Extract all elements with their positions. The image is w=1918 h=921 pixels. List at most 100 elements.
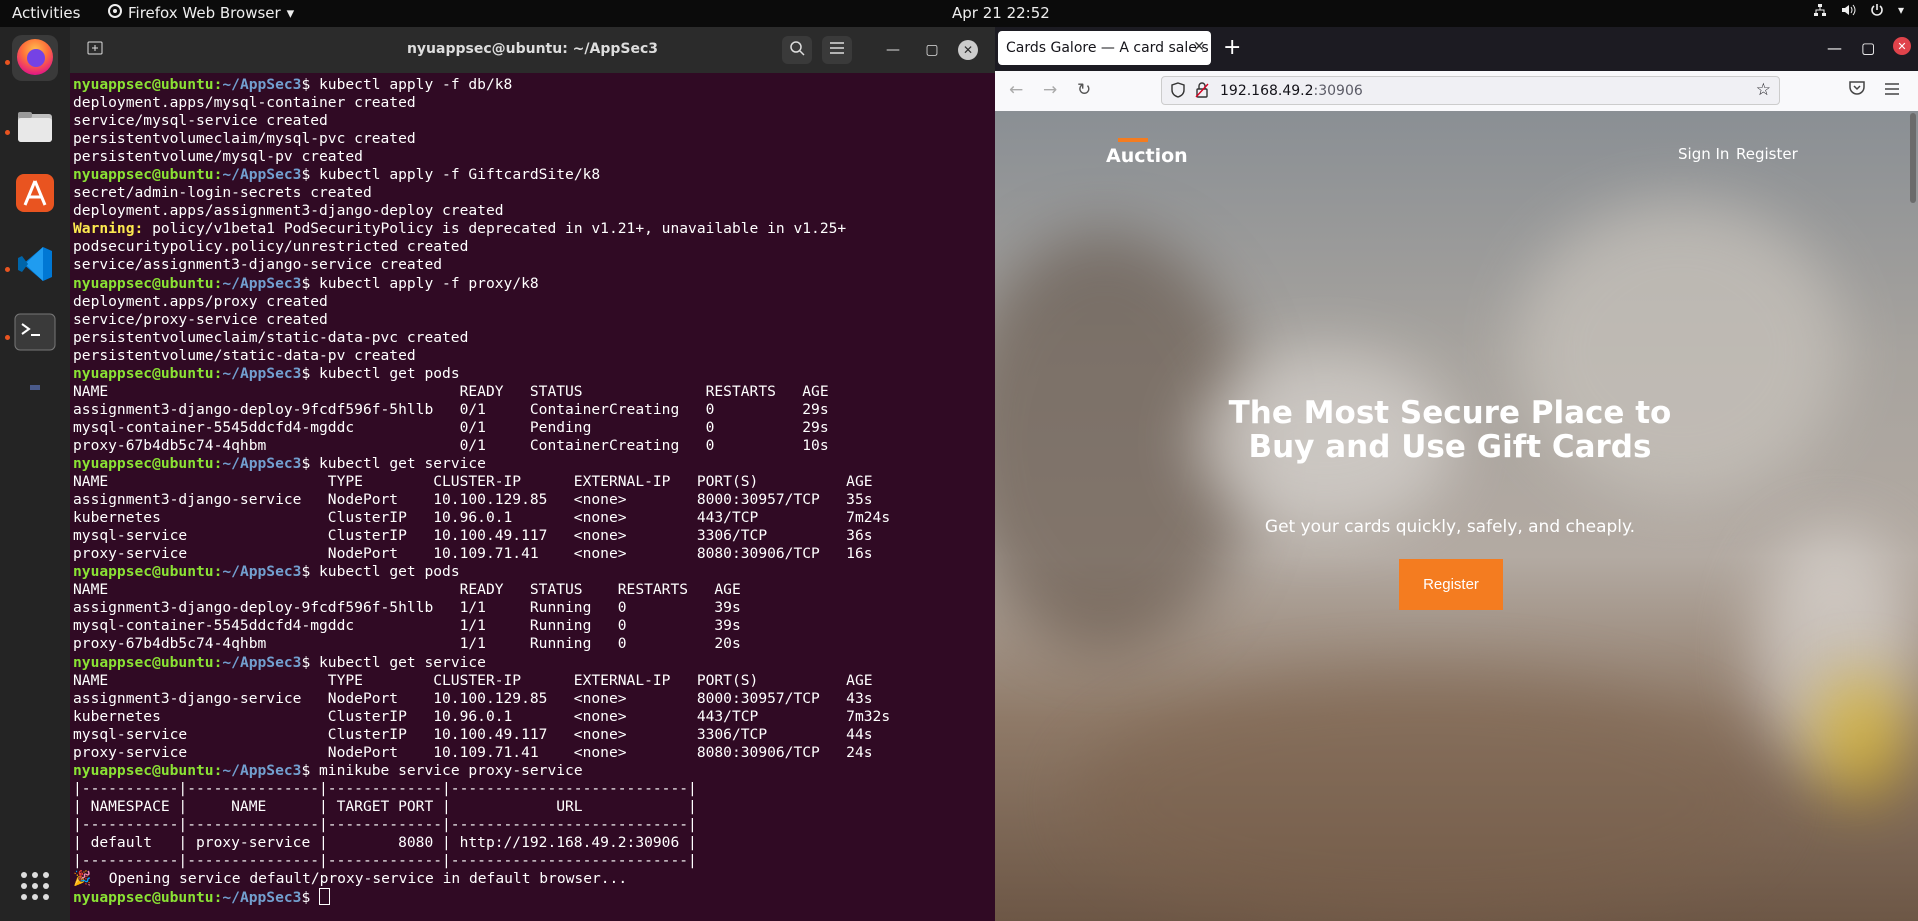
browser-tab[interactable]: Cards Galore — A card sale s ✕: [998, 31, 1211, 65]
dock-vscode[interactable]: [12, 243, 58, 289]
url-port: :30906: [1313, 83, 1363, 99]
command-text: $ kubectl get pods: [301, 364, 460, 382]
command-text: $ kubectl get service: [301, 454, 486, 472]
output-text: mysql-service ClusterIP 10.100.49.117 <n…: [73, 725, 873, 743]
shield-icon[interactable]: [1171, 82, 1185, 102]
output-text: policy/v1beta1 PodSecurityPolicy is depr…: [143, 220, 847, 238]
close-window-icon[interactable]: ✕: [1893, 37, 1911, 55]
output-text: proxy-67b4db5c74-4qhbm 1/1 Running 0 20s: [73, 635, 741, 653]
output-text: proxy-67b4db5c74-4qhbm 0/1 ContainerCrea…: [73, 436, 829, 454]
prompt-user: nyuappsec@ubuntu:: [73, 274, 223, 292]
running-indicator: [5, 335, 10, 340]
dock-small-item[interactable]: [12, 377, 58, 397]
output-text: kubernetes ClusterIP 10.96.0.1 <none> 44…: [73, 509, 891, 527]
close-button[interactable]: ✕: [958, 40, 978, 60]
clock[interactable]: Apr 21 22:52: [952, 4, 1050, 22]
firefox-small-icon: [108, 4, 122, 22]
output-text: assignment3-django-service NodePort 10.1…: [73, 491, 873, 509]
prompt-path: ~/AppSec3: [222, 761, 302, 779]
output-text: NAME TYPE CLUSTER-IP EXTERNAL-IP PORT(S)…: [73, 473, 873, 491]
output-text: proxy-service NodePort 10.109.71.41 <non…: [73, 545, 873, 563]
prompt-user: nyuappsec@ubuntu:: [73, 653, 223, 671]
output-text: deployment.apps/assignment3-django-deplo…: [73, 202, 504, 220]
url-bar[interactable]: 192.168.49.2:30906 ☆: [1161, 76, 1780, 105]
close-icon: ✕: [962, 43, 974, 57]
terminal-line: assignment3-django-deploy-9fcdf596f-5hll…: [73, 599, 985, 617]
terminal-line: NAME TYPE CLUSTER-IP EXTERNAL-IP PORT(S)…: [73, 473, 985, 491]
dock-app-center[interactable]: [12, 172, 58, 218]
minimize-icon: —: [886, 42, 900, 58]
back-icon[interactable]: ←: [1009, 80, 1023, 100]
bookmark-star-icon[interactable]: ☆: [1756, 80, 1771, 100]
show-applications-button[interactable]: [12, 865, 58, 911]
output-text: |-----------|---------------|-----------…: [73, 852, 697, 870]
dock: [0, 27, 70, 921]
terminal-line: NAME READY STATUS RESTARTS AGE: [73, 581, 985, 599]
dock-files[interactable]: [12, 105, 58, 151]
site-logo[interactable]: Auction: [1106, 138, 1188, 167]
close-tab-icon[interactable]: ✕: [1193, 39, 1205, 55]
terminal-line: Warning: policy/v1beta1 PodSecurityPolic…: [73, 220, 985, 238]
prompt-user: nyuappsec@ubuntu:: [73, 563, 223, 581]
terminal-line: proxy-67b4db5c74-4qhbm 0/1 ContainerCrea…: [73, 437, 985, 455]
dock-terminal[interactable]: [12, 311, 58, 357]
command-text: $ minikube service proxy-service: [301, 761, 583, 779]
minimized-window-icon: [30, 384, 40, 390]
output-text: persistentvolume/static-data-pv created: [73, 346, 416, 364]
prompt-path: ~/AppSec3: [222, 274, 302, 292]
hamburger-icon: [830, 42, 844, 58]
hamburger-icon[interactable]: [1885, 80, 1899, 100]
output-text: mysql-service ClusterIP 10.100.49.117 <n…: [73, 527, 873, 545]
terminal-window: nyuappsec@ubuntu: ~/AppSec3 — ▢ ✕ nyuapp…: [70, 27, 995, 921]
background-photo: [1815, 671, 1905, 801]
terminal-line: proxy-service NodePort 10.109.71.41 <non…: [73, 744, 985, 762]
nav-signin-link[interactable]: Sign In: [1678, 145, 1729, 163]
new-tab-icon[interactable]: +: [1223, 35, 1241, 60]
prompt-path: ~/AppSec3: [222, 563, 302, 581]
search-button[interactable]: [782, 36, 812, 64]
command-text: $ kubectl get pods: [301, 563, 460, 581]
prompt-user: nyuappsec@ubuntu:: [73, 364, 223, 382]
app-menu[interactable]: Firefox Web Browser ▾: [108, 4, 294, 22]
command-text: $ kubectl apply -f proxy/k8: [301, 274, 539, 292]
warning-label: Warning:: [73, 220, 144, 238]
terminal-line: mysql-container-5545ddcfd4-mgddc 1/1 Run…: [73, 617, 985, 635]
prompt-user: nyuappsec@ubuntu:: [73, 761, 223, 779]
output-text: mysql-container-5545ddcfd4-mgddc 0/1 Pen…: [73, 418, 829, 436]
terminal-line: service/assignment3-django-service creat…: [73, 256, 985, 274]
forward-icon[interactable]: →: [1043, 80, 1057, 100]
minimize-icon[interactable]: —: [1827, 39, 1842, 57]
output-text: podsecuritypolicy.policy/unrestricted cr…: [73, 238, 469, 256]
terminal-line: service/mysql-service created: [73, 112, 985, 130]
system-tray[interactable]: ▾: [1813, 3, 1904, 21]
output-text: | default | proxy-service | 8080 | http:…: [73, 833, 697, 851]
terminal-line: deployment.apps/mysql-container created: [73, 94, 985, 112]
activities-button[interactable]: Activities: [12, 4, 80, 22]
terminal-header-bar[interactable]: nyuappsec@ubuntu: ~/AppSec3 — ▢ ✕: [70, 27, 995, 73]
maximize-icon: ▢: [925, 42, 939, 58]
reload-icon[interactable]: ↻: [1077, 80, 1091, 100]
terminal-title: nyuappsec@ubuntu: ~/AppSec3: [406, 41, 659, 57]
terminal-line: kubernetes ClusterIP 10.96.0.1 <none> 44…: [73, 509, 985, 527]
scrollbar[interactable]: [1910, 113, 1916, 203]
maximize-button[interactable]: ▢: [917, 36, 947, 64]
hero-register-button[interactable]: Register: [1399, 559, 1503, 610]
terminal-line: NAME READY STATUS RESTARTS AGE: [73, 383, 985, 401]
minimize-button[interactable]: —: [878, 36, 908, 64]
running-indicator: [5, 130, 10, 135]
terminal-line: deployment.apps/assignment3-django-deplo…: [73, 202, 985, 220]
web-page[interactable]: Auction Sign In Register The Most Secure…: [995, 111, 1918, 921]
terminal-output[interactable]: nyuappsec@ubuntu:~/AppSec3$ kubectl appl…: [73, 76, 985, 918]
prompt-path: ~/AppSec3: [222, 454, 302, 472]
lock-icon[interactable]: [1195, 82, 1209, 102]
terminal-line: nyuappsec@ubuntu:~/AppSec3$ kubectl get …: [73, 365, 985, 383]
pocket-icon[interactable]: [1849, 80, 1865, 100]
dock-firefox[interactable]: [12, 35, 58, 81]
menu-button[interactable]: [822, 36, 852, 64]
output-text: |-----------|---------------|-----------…: [73, 815, 697, 833]
output-text: kubernetes ClusterIP 10.96.0.1 <none> 44…: [73, 707, 891, 725]
command-text: $ kubectl get service: [301, 653, 486, 671]
nav-register-link[interactable]: Register: [1736, 145, 1798, 163]
maximize-icon[interactable]: ▢: [1861, 39, 1875, 57]
terminal-line: podsecuritypolicy.policy/unrestricted cr…: [73, 238, 985, 256]
